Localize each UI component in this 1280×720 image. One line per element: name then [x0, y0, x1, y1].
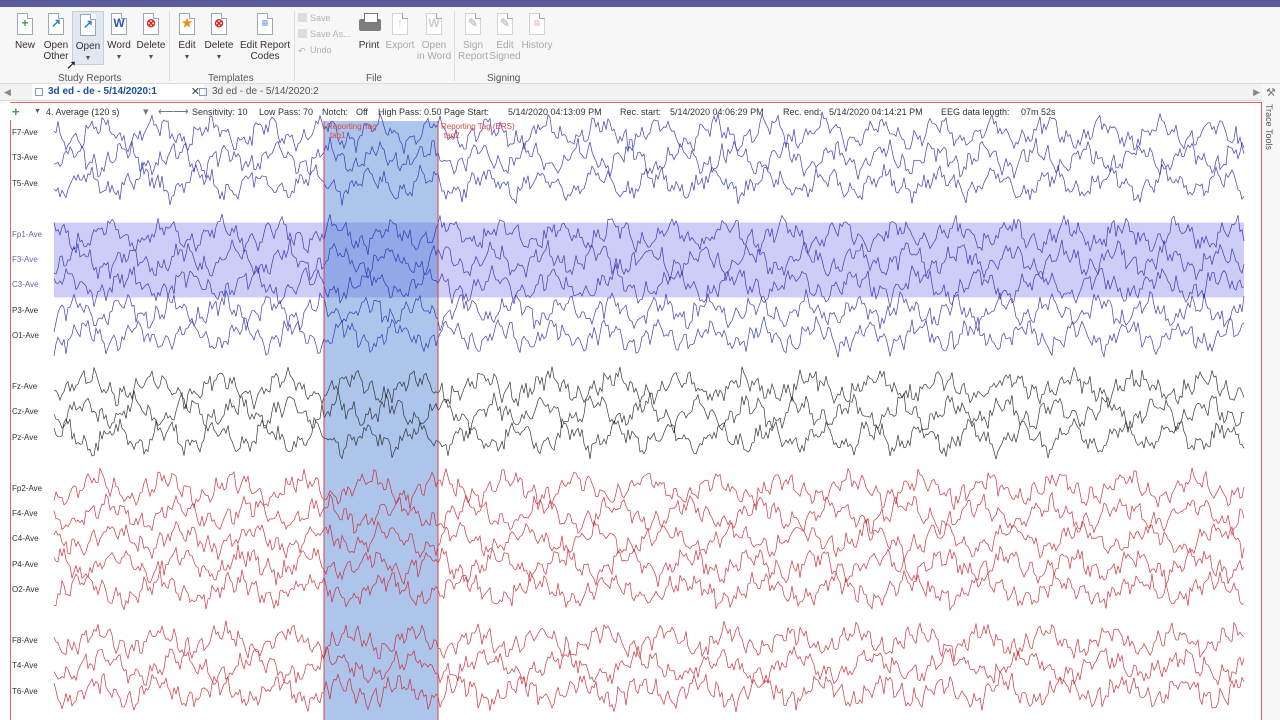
channel-label[interactable]: F8-Ave — [12, 636, 38, 645]
ribbon: + New ↗ Open Other ↗ Open ▼ W Word ▼ ⊗ D… — [0, 7, 1280, 84]
trace-tools-label[interactable]: Trace Tools — [1264, 104, 1274, 150]
page-start-label: Page Start: — [444, 107, 490, 117]
channel-label[interactable]: C3-Ave — [12, 280, 39, 289]
sign-icon: ✎ — [463, 13, 483, 37]
open-in-word-button[interactable]: W Open in Word — [416, 11, 452, 65]
eeg-viewer[interactable] — [10, 102, 1262, 720]
trace-tools-panel[interactable]: ⚒ Trace Tools — [1262, 84, 1280, 720]
chevron-down-icon[interactable]: ▼ — [34, 108, 41, 115]
channel-labels: F7-Ave T3-Ave T5-Ave Fp1-Ave F3-Ave C3-Ave P3-… — [10, 120, 54, 720]
channel-label[interactable]: C4-Ave — [12, 534, 39, 543]
notch-value[interactable]: Off — [356, 107, 368, 117]
rec-end-value: 5/14/2020 04:14:21 PM — [829, 107, 923, 117]
sign-report-button[interactable]: ✎ Sign Report — [456, 11, 490, 65]
chevron-down-icon[interactable]: ▼ — [203, 52, 235, 63]
word-button[interactable]: W Word ▼ — [103, 11, 135, 65]
channel-label[interactable]: Cz-Ave — [12, 407, 38, 416]
tab-study-1[interactable]: 3d ed - de - 5/14/2020:1 ✕ — [32, 84, 204, 100]
delete-template-button[interactable]: ⊗ Delete ▼ — [203, 11, 235, 65]
add-icon[interactable]: + — [12, 104, 20, 119]
export-button[interactable]: ↑ Export — [384, 11, 416, 65]
chevron-down-icon[interactable]: ▼ — [73, 53, 103, 64]
previous-page-icon[interactable]: ⟵ — [158, 105, 174, 118]
templates-group-label: Templates — [208, 73, 254, 84]
channel-label[interactable]: Fz-Ave — [12, 382, 37, 391]
document-tab-bar: ◀ 3d ed - de - 5/14/2020:1 ✕ 3d ed - de … — [0, 84, 1280, 101]
title-bar — [0, 0, 1280, 7]
channel-label[interactable]: F7-Ave — [12, 128, 38, 137]
eeg-length-value: 07m 52s — [1021, 107, 1056, 117]
open-other-icon: ↗ — [46, 13, 66, 37]
channel-label[interactable]: Fp1-Ave — [12, 230, 42, 239]
chevron-down-icon[interactable]: ▼ — [103, 52, 135, 63]
delete-report-button[interactable]: ⊗ Delete ▼ — [135, 11, 167, 65]
channel-label[interactable]: F3-Ave — [12, 255, 38, 264]
document-icon — [199, 88, 207, 96]
study-reports-group-label: Study Reports — [58, 73, 122, 84]
chevron-down-icon[interactable]: ▼ — [135, 52, 167, 63]
channel-label[interactable]: O2-Ave — [12, 585, 39, 594]
ribbon-separator — [169, 11, 170, 81]
star-icon: ★ — [177, 13, 197, 37]
word-icon: W — [424, 13, 444, 37]
scroll-tabs-right-icon[interactable]: ▶ — [1253, 87, 1260, 98]
mouse-pointer-icon: ➚ — [66, 57, 77, 72]
report-codes-icon: ≡ — [255, 13, 275, 37]
print-button[interactable]: Print — [352, 11, 386, 65]
export-icon: ↑ — [390, 13, 410, 37]
rec-end-label: Rec. end: — [783, 107, 822, 117]
sensitivity-value[interactable]: Sensitivity: 10 — [192, 107, 248, 117]
save-as-icon — [298, 29, 307, 38]
notch-label: Notch: — [322, 107, 349, 117]
channel-label[interactable]: Pz-Ave — [12, 433, 38, 442]
edit-template-button[interactable]: ★ Edit ▼ — [171, 11, 203, 65]
delete-icon: ⊗ — [209, 13, 229, 37]
eeg-length-label: EEG data length: — [941, 107, 1010, 117]
scroll-tabs-left-icon[interactable]: ◀ — [4, 87, 11, 98]
history-icon: ≡ — [527, 13, 547, 37]
montage-dropdown-icon[interactable]: ▾ — [143, 105, 149, 118]
ribbon-separator — [454, 11, 455, 81]
wrench-icon: ⚒ — [1266, 87, 1276, 99]
undo-button[interactable]: ↶ Undo — [298, 45, 332, 56]
edit-signed-button[interactable]: ✎ Edit Signed — [488, 11, 522, 65]
channel-label[interactable]: T6-Ave — [12, 687, 38, 696]
rec-start-value: 5/14/2020 04:06:29 PM — [670, 107, 764, 117]
undo-icon: ↶ — [298, 46, 306, 56]
low-pass-value[interactable]: Low Pass: 70 — [259, 107, 313, 117]
save-button[interactable]: Save — [298, 13, 331, 23]
rec-start-label: Rec. start: — [620, 107, 662, 117]
delete-icon: ⊗ — [141, 13, 161, 37]
word-icon: W — [109, 13, 129, 37]
channel-label[interactable]: P4-Ave — [12, 560, 38, 569]
edit-signed-icon: ✎ — [495, 13, 515, 37]
high-pass-value[interactable]: High Pass: 0.50 — [378, 107, 442, 117]
new-document-icon: + — [15, 13, 35, 37]
edit-report-codes-button[interactable]: ≡ Edit Report Codes — [238, 11, 292, 65]
montage-select[interactable]: 4. Average (120 s) — [46, 107, 119, 117]
tab-study-2[interactable]: 3d ed - de - 5/14/2020:2 — [196, 84, 347, 100]
channel-label[interactable]: T5-Ave — [12, 179, 38, 188]
channel-label[interactable]: T4-Ave — [12, 661, 38, 670]
file-group-label: File — [366, 73, 383, 84]
channel-label[interactable]: P3-Ave — [12, 306, 38, 315]
channel-label[interactable]: O1-Ave — [12, 331, 39, 340]
chevron-down-icon[interactable]: ▼ — [171, 52, 203, 63]
document-icon — [35, 88, 43, 96]
channel-label[interactable]: T3-Ave — [12, 153, 38, 162]
new-report-button[interactable]: + New — [9, 11, 41, 65]
next-page-icon[interactable]: ⟶ — [173, 105, 189, 118]
channel-label[interactable]: Fp2-Ave — [12, 484, 42, 493]
eeg-info-bar: + ▼ 4. Average (120 s) ▾ ⟵ ⟶ Sensitivity… — [10, 103, 1260, 120]
history-button[interactable]: ≡ History — [519, 11, 555, 65]
printer-icon — [359, 13, 381, 37]
ribbon-separator — [294, 11, 295, 81]
save-icon — [298, 13, 307, 22]
signing-group-label: Signing — [487, 73, 521, 84]
save-as-button[interactable]: Save As... — [298, 29, 351, 39]
channel-label[interactable]: F4-Ave — [12, 509, 38, 518]
open-document-icon: ↗ — [78, 14, 98, 38]
page-start-value: 5/14/2020 04:13:09 PM — [508, 107, 602, 117]
